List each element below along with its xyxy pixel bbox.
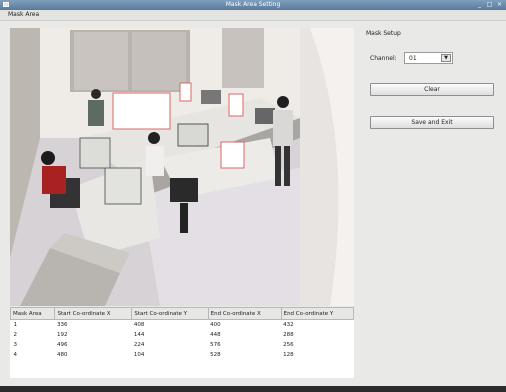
mask-setup-panel: Mask Setup Channel: 01 ▼ Clear Save and … (364, 27, 499, 137)
menu-item-mask-area[interactable]: Mask Area (8, 11, 39, 18)
table-header-row: Mask Area Start Co-ordinate X Start Co-o… (9, 307, 355, 320)
channel-value: 01 (409, 55, 417, 62)
menu-bar: Mask Area (0, 10, 506, 21)
table-cell: 256 (283, 342, 294, 348)
table-cell: 224 (133, 342, 145, 348)
clear-button[interactable]: Clear (370, 83, 494, 96)
table-cell: 1 (13, 322, 18, 328)
table-empty-area (10, 358, 354, 378)
chevron-down-icon[interactable]: ▼ (441, 54, 451, 62)
mask-setup-heading: Mask Setup (366, 30, 401, 37)
channel-label: Channel: (370, 55, 397, 62)
close-icon[interactable]: × (496, 1, 503, 8)
column-header-end-x[interactable]: End Co-ordinate X (207, 307, 282, 320)
table-cell: 192 (56, 332, 68, 338)
channel-select[interactable]: 01 ▼ (404, 52, 453, 64)
window-controls: _ □ × (476, 1, 503, 8)
save-and-exit-button[interactable]: Save and Exit (370, 116, 494, 129)
table-cell: 448 (210, 332, 221, 338)
table-cell: 496 (56, 342, 68, 348)
table-row[interactable]: 2 192 144 448 288 (11, 330, 354, 340)
camera-frame-image[interactable] (10, 28, 354, 306)
mask-coordinates-table: Mask Area Start Co-ordinate X Start Co-o… (9, 307, 355, 360)
table-cell: 400 (210, 322, 221, 328)
table-cell: 576 (210, 342, 221, 348)
title-bar: Mask Area Setting _ □ × (0, 0, 506, 10)
column-header-start-x[interactable]: Start Co-ordinate X (54, 307, 133, 320)
table-cell: 3 (13, 342, 18, 348)
table-row[interactable]: 3 496 224 576 256 (11, 340, 354, 350)
column-header-end-y[interactable]: End Co-ordinate Y (280, 307, 355, 320)
window-title: Mask Area Setting (225, 1, 281, 8)
column-header-start-y[interactable]: Start Co-ordinate Y (131, 307, 209, 320)
maximize-icon[interactable]: □ (486, 1, 493, 8)
table-cell: 336 (56, 322, 68, 328)
table-cell: 288 (283, 332, 294, 338)
table-cell: 432 (283, 322, 294, 328)
camera-view[interactable] (10, 28, 354, 306)
table-cell: 2 (13, 332, 18, 338)
table-cell: 144 (133, 332, 145, 338)
minimize-icon[interactable]: _ (476, 1, 483, 8)
column-header-mask-area[interactable]: Mask Area (9, 307, 56, 320)
table-cell: 408 (133, 322, 145, 328)
bottom-bar (0, 386, 506, 392)
table-row[interactable]: 1 336 408 400 432 (11, 320, 354, 331)
